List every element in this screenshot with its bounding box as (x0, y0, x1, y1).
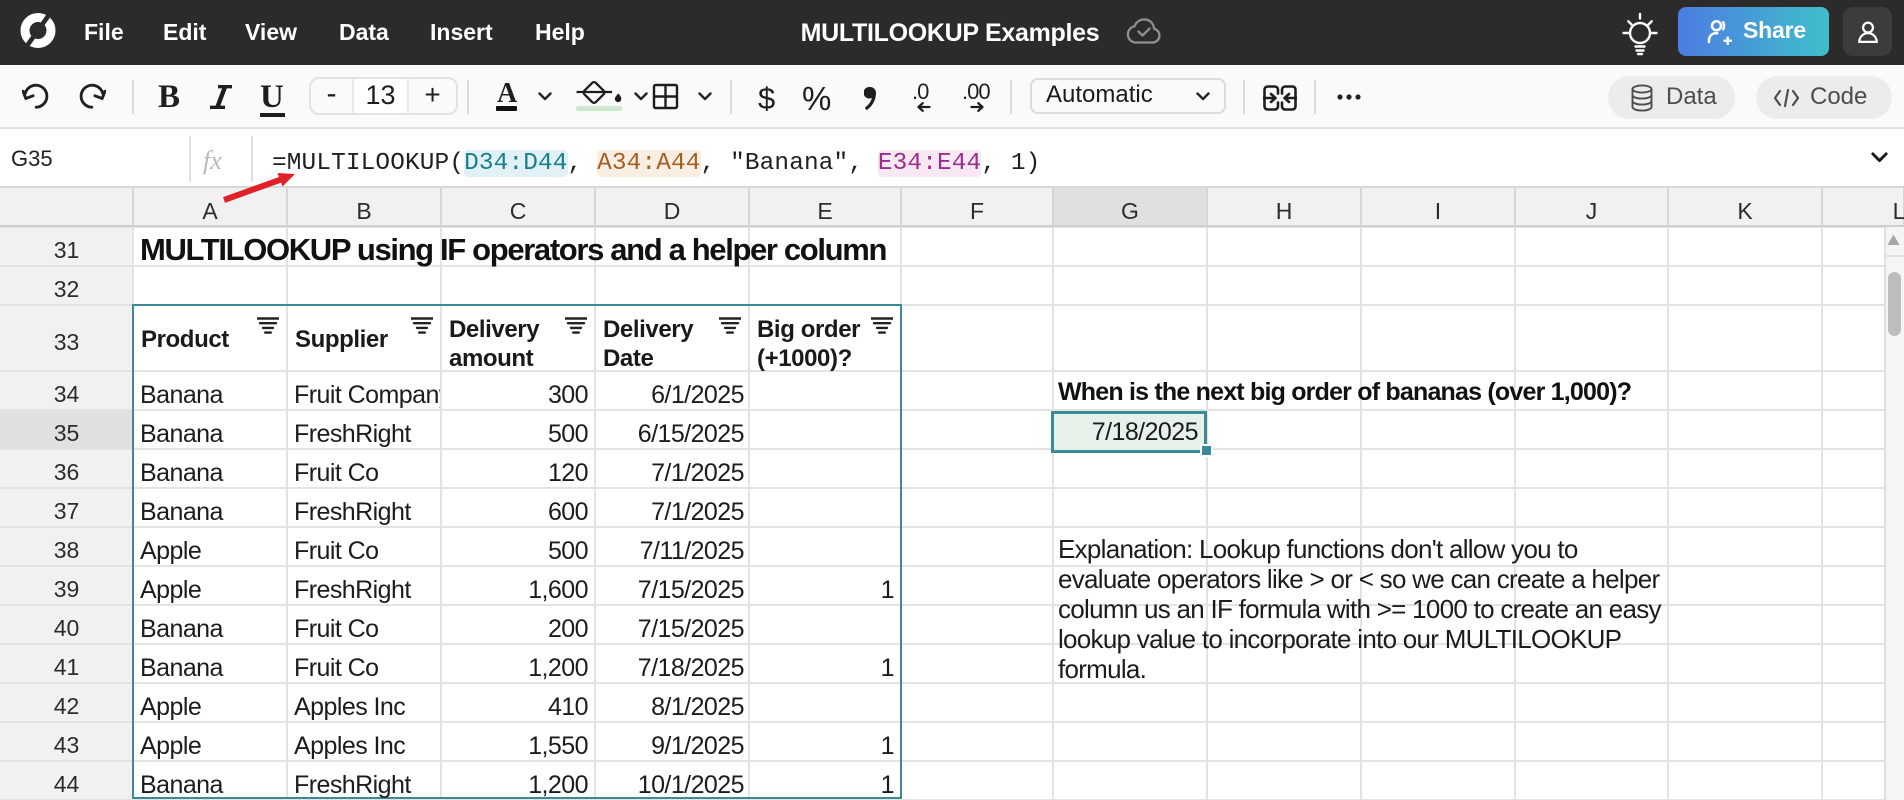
svg-text:.0: .0 (912, 80, 929, 104)
svg-text:.00: .00 (962, 80, 990, 104)
